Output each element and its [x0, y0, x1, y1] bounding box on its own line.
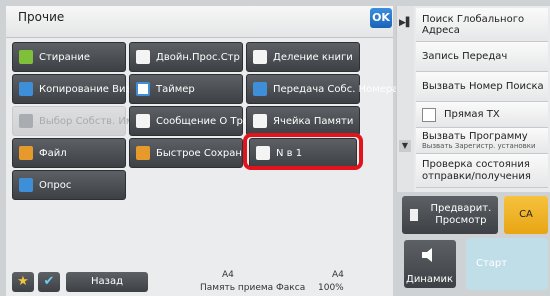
tile-label: Двойн.Прос.Стр: [156, 51, 240, 63]
scroll-down-icon[interactable]: ▼: [399, 140, 411, 152]
tile-label: Ячейка Памяти: [273, 115, 354, 127]
check-status-button[interactable]: Проверка состояния отправки/получения: [416, 154, 548, 188]
record-transfer-button[interactable]: Запись Передач: [416, 42, 548, 72]
tile-transaction-msg[interactable]: Сообщение О Транзакции: [129, 106, 293, 136]
page-title: Прочие: [18, 10, 65, 24]
tile-duplex-scan[interactable]: Двойн.Прос.Стр: [129, 42, 243, 72]
speaker-label: Динамик: [406, 274, 454, 285]
tile-poll[interactable]: Опрос: [12, 170, 126, 200]
start-label: Старт: [476, 258, 508, 269]
global-address-search-label: Поиск Глобального Адреса: [422, 13, 525, 36]
tile-quick-save[interactable]: Быстрое Сохран: [129, 138, 243, 168]
record-transfer-label: Запись Передач: [422, 51, 508, 62]
tile-label: Стирание: [39, 51, 90, 63]
tile-file[interactable]: Файл: [12, 138, 126, 168]
call-search-number-button[interactable]: Вызвать Номер Поиска: [416, 72, 548, 102]
transaction-msg-icon: [136, 114, 150, 128]
call-search-number-label: Вызвать Номер Поиска: [422, 81, 544, 92]
preview-label: Предварит. Просмотр: [430, 203, 492, 226]
duplex-scan-icon: [136, 50, 150, 64]
direct-tx-checkbox[interactable]: [422, 107, 436, 122]
back-button[interactable]: Назад: [66, 272, 148, 292]
tile-label: Быстрое Сохран: [156, 147, 242, 159]
fax-memory-label: Память приема Факса: [200, 283, 306, 293]
tile-label: Файл: [39, 147, 67, 159]
quick-save-icon: [136, 146, 150, 160]
ok-button[interactable]: OK: [370, 8, 392, 28]
call-program-button[interactable]: Вызвать Программу Вызвать Зарегистр. уст…: [416, 128, 548, 154]
poll-icon: [19, 178, 33, 192]
call-program-label: Вызвать Программу: [422, 131, 528, 142]
scroll-strip[interactable]: [396, 6, 414, 192]
memory-box-icon: [253, 114, 267, 128]
check-status-label: Проверка состояния отправки/получения: [422, 158, 531, 182]
tile-card-copy[interactable]: Копирование Визиток: [12, 74, 155, 104]
erase-icon: [19, 50, 33, 64]
tile-erase[interactable]: Стирание: [12, 42, 126, 72]
direct-tx-toggle[interactable]: Прямая TX: [416, 102, 548, 128]
fax-memory-percent: 100%: [318, 283, 344, 293]
tile-label: Деление книги: [273, 51, 353, 63]
tile-timer[interactable]: Таймер: [129, 74, 243, 104]
checkmark-icon[interactable]: ✔: [38, 272, 60, 292]
preview-icon: [410, 209, 418, 221]
file-icon: [19, 146, 33, 160]
preview-button[interactable]: Предварит. Просмотр: [402, 196, 498, 234]
direct-tx-label: Прямая TX: [444, 109, 500, 120]
own-name-icon: [19, 114, 33, 128]
clear-all-button[interactable]: CA: [504, 196, 548, 234]
star-icon[interactable]: ★: [12, 272, 34, 292]
paper-size-right: A4: [332, 270, 344, 280]
tile-book-divide[interactable]: Деление книги: [246, 42, 360, 72]
tile-label: Таймер: [156, 83, 195, 95]
card-copy-icon: [19, 82, 33, 96]
global-address-search-button[interactable]: Поиск Глобального Адреса: [416, 8, 548, 42]
tile-own-name: Выбор Собств. Имени: [12, 106, 153, 136]
tile-own-fax[interactable]: Передача Собс. Номера Факса: [246, 74, 434, 104]
tile-memory-box[interactable]: Ячейка Памяти: [246, 106, 360, 136]
speaker-icon: [422, 248, 432, 262]
paper-size-left: A4: [222, 270, 234, 280]
call-program-sublabel: Вызвать Зарегистр. установки: [422, 142, 536, 150]
own-fax-icon: [253, 82, 267, 96]
expand-arrow-icon[interactable]: ▶▌: [399, 18, 413, 28]
book-divide-icon: [253, 50, 267, 64]
timer-icon: [136, 82, 150, 96]
selection-highlight: [243, 133, 363, 170]
tile-label: Опрос: [39, 179, 72, 191]
